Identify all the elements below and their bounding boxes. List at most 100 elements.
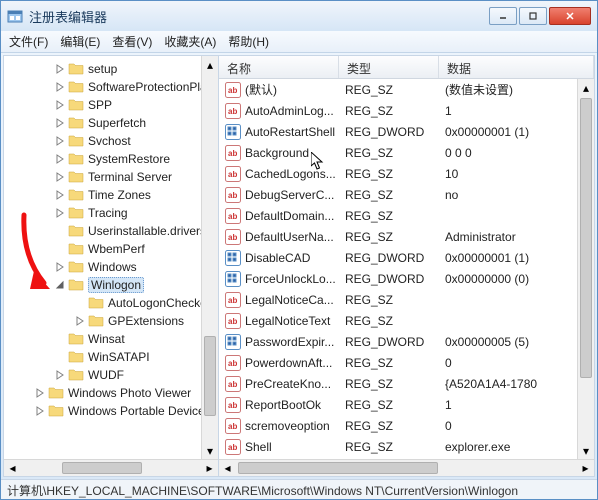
scroll-down-icon[interactable]: ▾ [202, 442, 218, 459]
tree-item[interactable]: AutoLogonChecke [4, 294, 218, 312]
list-row[interactable]: BackgroundREG_SZ0 0 0 [219, 142, 594, 163]
tree-view[interactable]: setupSoftwareProtectionPlaSPPSuperfetchS… [4, 56, 218, 459]
reg-sz-icon [225, 292, 241, 308]
list-row[interactable]: ReportBootOkREG_SZ1 [219, 394, 594, 415]
scrollbar-thumb[interactable] [204, 336, 216, 416]
scroll-left-icon[interactable]: ◂ [4, 460, 21, 477]
expander-closed-icon[interactable] [34, 387, 46, 399]
expander-closed-icon[interactable] [54, 81, 66, 93]
title-bar[interactable]: 注册表编辑器 [1, 1, 597, 31]
expander-closed-icon[interactable] [54, 99, 66, 111]
expander-closed-icon[interactable] [54, 189, 66, 201]
scroll-down-icon[interactable]: ▾ [578, 442, 594, 459]
minimize-button[interactable] [489, 7, 517, 25]
tree-item[interactable]: WbemPerf [4, 240, 218, 258]
menu-favorites[interactable]: 收藏夹(A) [164, 33, 216, 50]
tree-item[interactable]: Windows Photo Viewer [4, 384, 218, 402]
value-data-cell: no [439, 188, 569, 202]
expander-closed-icon[interactable] [34, 405, 46, 417]
expander-closed-icon[interactable] [54, 171, 66, 183]
scroll-up-icon[interactable]: ▴ [202, 56, 218, 73]
tree-item[interactable]: SoftwareProtectionPla [4, 78, 218, 96]
maximize-button[interactable] [519, 7, 547, 25]
scrollbar-thumb[interactable] [580, 98, 592, 378]
list-row[interactable]: AutoRestartShellREG_DWORD0x00000001 (1) [219, 121, 594, 142]
tree-item[interactable]: Terminal Server [4, 168, 218, 186]
folder-icon [68, 79, 88, 96]
expander-closed-icon[interactable] [54, 369, 66, 381]
scroll-right-icon[interactable]: ▸ [577, 460, 594, 477]
expander-closed-icon[interactable] [54, 153, 66, 165]
tree-item[interactable]: Windows [4, 258, 218, 276]
list-row[interactable]: LegalNoticeCa...REG_SZ [219, 289, 594, 310]
status-path: 计算机\HKEY_LOCAL_MACHINE\SOFTWARE\Microsof… [7, 484, 518, 498]
tree-item[interactable]: Userinstallable.drivers [4, 222, 218, 240]
expander-none [54, 351, 66, 363]
scroll-left-icon[interactable]: ◂ [219, 460, 236, 477]
tree-item[interactable]: Winlogon [4, 276, 218, 294]
value-type-cell: REG_SZ [339, 293, 439, 307]
list-row[interactable]: AutoAdminLog...REG_SZ1 [219, 100, 594, 121]
scroll-up-icon[interactable]: ▴ [578, 79, 594, 96]
list-row[interactable]: DebugServerC...REG_SZno [219, 184, 594, 205]
tree-item[interactable]: Winsat [4, 330, 218, 348]
tree-item[interactable]: WinSATAPI [4, 348, 218, 366]
expander-closed-icon[interactable] [54, 135, 66, 147]
tree-item[interactable]: WUDF [4, 366, 218, 384]
expander-closed-icon[interactable] [74, 315, 86, 327]
scrollbar-thumb[interactable] [238, 462, 438, 474]
tree-item[interactable]: setup [4, 60, 218, 78]
expander-closed-icon[interactable] [54, 261, 66, 273]
tree-v-scrollbar[interactable]: ▴ ▾ [201, 56, 218, 459]
list-h-scrollbar[interactable]: ◂ ▸ [219, 459, 594, 476]
tree-item[interactable]: Windows Portable Devices [4, 402, 218, 420]
expander-closed-icon[interactable] [54, 207, 66, 219]
tree-item-label: WinSATAPI [88, 350, 150, 364]
column-name[interactable]: 名称 [219, 56, 339, 78]
list-row[interactable]: LegalNoticeTextREG_SZ [219, 310, 594, 331]
list-row[interactable]: CachedLogons...REG_SZ10 [219, 163, 594, 184]
tree-item[interactable]: SystemRestore [4, 150, 218, 168]
expander-closed-icon[interactable] [54, 63, 66, 75]
list-row[interactable]: (默认)REG_SZ(数值未设置) [219, 79, 594, 100]
menu-bar: 文件(F) 编辑(E) 查看(V) 收藏夹(A) 帮助(H) [1, 31, 597, 53]
menu-help[interactable]: 帮助(H) [228, 33, 269, 50]
scrollbar-thumb[interactable] [62, 462, 142, 474]
folder-icon [68, 205, 88, 222]
list-row[interactable]: PreCreateKno...REG_SZ{A520A1A4-1780 [219, 373, 594, 394]
column-data[interactable]: 数据 [439, 56, 594, 78]
list-row[interactable]: ShellREG_SZexplorer.exe [219, 436, 594, 457]
value-name-cell: LegalNoticeCa... [219, 292, 339, 308]
tree-item-label: Windows Photo Viewer [68, 386, 191, 400]
tree-item[interactable]: Superfetch [4, 114, 218, 132]
list-row[interactable]: PowerdownAft...REG_SZ0 [219, 352, 594, 373]
expander-closed-icon[interactable] [54, 117, 66, 129]
menu-edit[interactable]: 编辑(E) [60, 33, 100, 50]
value-name-cell: DefaultUserNa... [219, 229, 339, 245]
column-type[interactable]: 类型 [339, 56, 439, 78]
tree-item[interactable]: Tracing [4, 204, 218, 222]
scroll-right-icon[interactable]: ▸ [201, 460, 218, 477]
list-row[interactable]: DefaultUserNa...REG_SZAdministrator [219, 226, 594, 247]
menu-file[interactable]: 文件(F) [9, 33, 48, 50]
list-row[interactable]: DefaultDomain...REG_SZ [219, 205, 594, 226]
expander-open-icon[interactable] [54, 279, 66, 291]
tree-item-label: SoftwareProtectionPla [88, 80, 207, 94]
tree-item[interactable]: GPExtensions [4, 312, 218, 330]
list-row[interactable]: ForceUnlockLo...REG_DWORD0x00000000 (0) [219, 268, 594, 289]
list-v-scrollbar[interactable]: ▴ ▾ [577, 79, 594, 459]
list-view[interactable]: (默认)REG_SZ(数值未设置)AutoAdminLog...REG_SZ1A… [219, 79, 594, 459]
close-button[interactable] [549, 7, 591, 25]
value-type-cell: REG_DWORD [339, 335, 439, 349]
value-type-cell: REG_DWORD [339, 272, 439, 286]
value-name-cell: scremoveoption [219, 418, 339, 434]
list-row[interactable]: scremoveoptionREG_SZ0 [219, 415, 594, 436]
tree-item[interactable]: Svchost [4, 132, 218, 150]
list-row[interactable]: PasswordExpir...REG_DWORD0x00000005 (5) [219, 331, 594, 352]
reg-dword-icon [225, 271, 241, 287]
menu-view[interactable]: 查看(V) [112, 33, 152, 50]
tree-item[interactable]: Time Zones [4, 186, 218, 204]
tree-h-scrollbar[interactable]: ◂ ▸ [4, 459, 218, 476]
tree-item[interactable]: SPP [4, 96, 218, 114]
list-row[interactable]: DisableCADREG_DWORD0x00000001 (1) [219, 247, 594, 268]
